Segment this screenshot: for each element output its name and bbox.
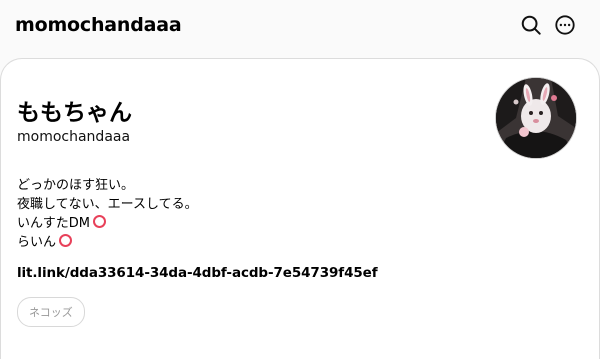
profile-link[interactable]: lit.link/dda33614-34da-4dbf-acdb-7e54739…	[17, 265, 378, 281]
bio-line: どっかのほす狂い。	[17, 178, 135, 193]
profile-display-name: ももちゃん	[17, 100, 132, 126]
bio-line-text: いんすたDM	[17, 216, 90, 231]
avatar-image	[496, 78, 576, 158]
bio-line: いんすたDM	[17, 214, 198, 233]
profile-username[interactable]: momochandaaa	[17, 129, 130, 145]
bio-line: らいん	[17, 233, 198, 252]
more-icon[interactable]	[554, 14, 576, 36]
profile-card: ももちゃん momochandaaa どっかのほす狂い。 夜職してない、エースし…	[0, 58, 600, 359]
bio-line: 夜職してない、エースしてる。	[17, 197, 198, 212]
header-username: momochandaaa	[15, 14, 182, 36]
profile-bio: どっかのほす狂い。 夜職してない、エースしてる。 いんすたDM らいん	[17, 176, 198, 252]
top-bar: momochandaaa	[0, 0, 600, 56]
search-icon[interactable]	[520, 14, 542, 36]
red-circle-icon	[59, 234, 73, 247]
red-circle-icon	[92, 215, 106, 228]
bio-line-text: らいん	[17, 235, 57, 250]
avatar[interactable]	[495, 77, 577, 159]
tag-chip[interactable]: ネコッズ	[17, 297, 85, 327]
